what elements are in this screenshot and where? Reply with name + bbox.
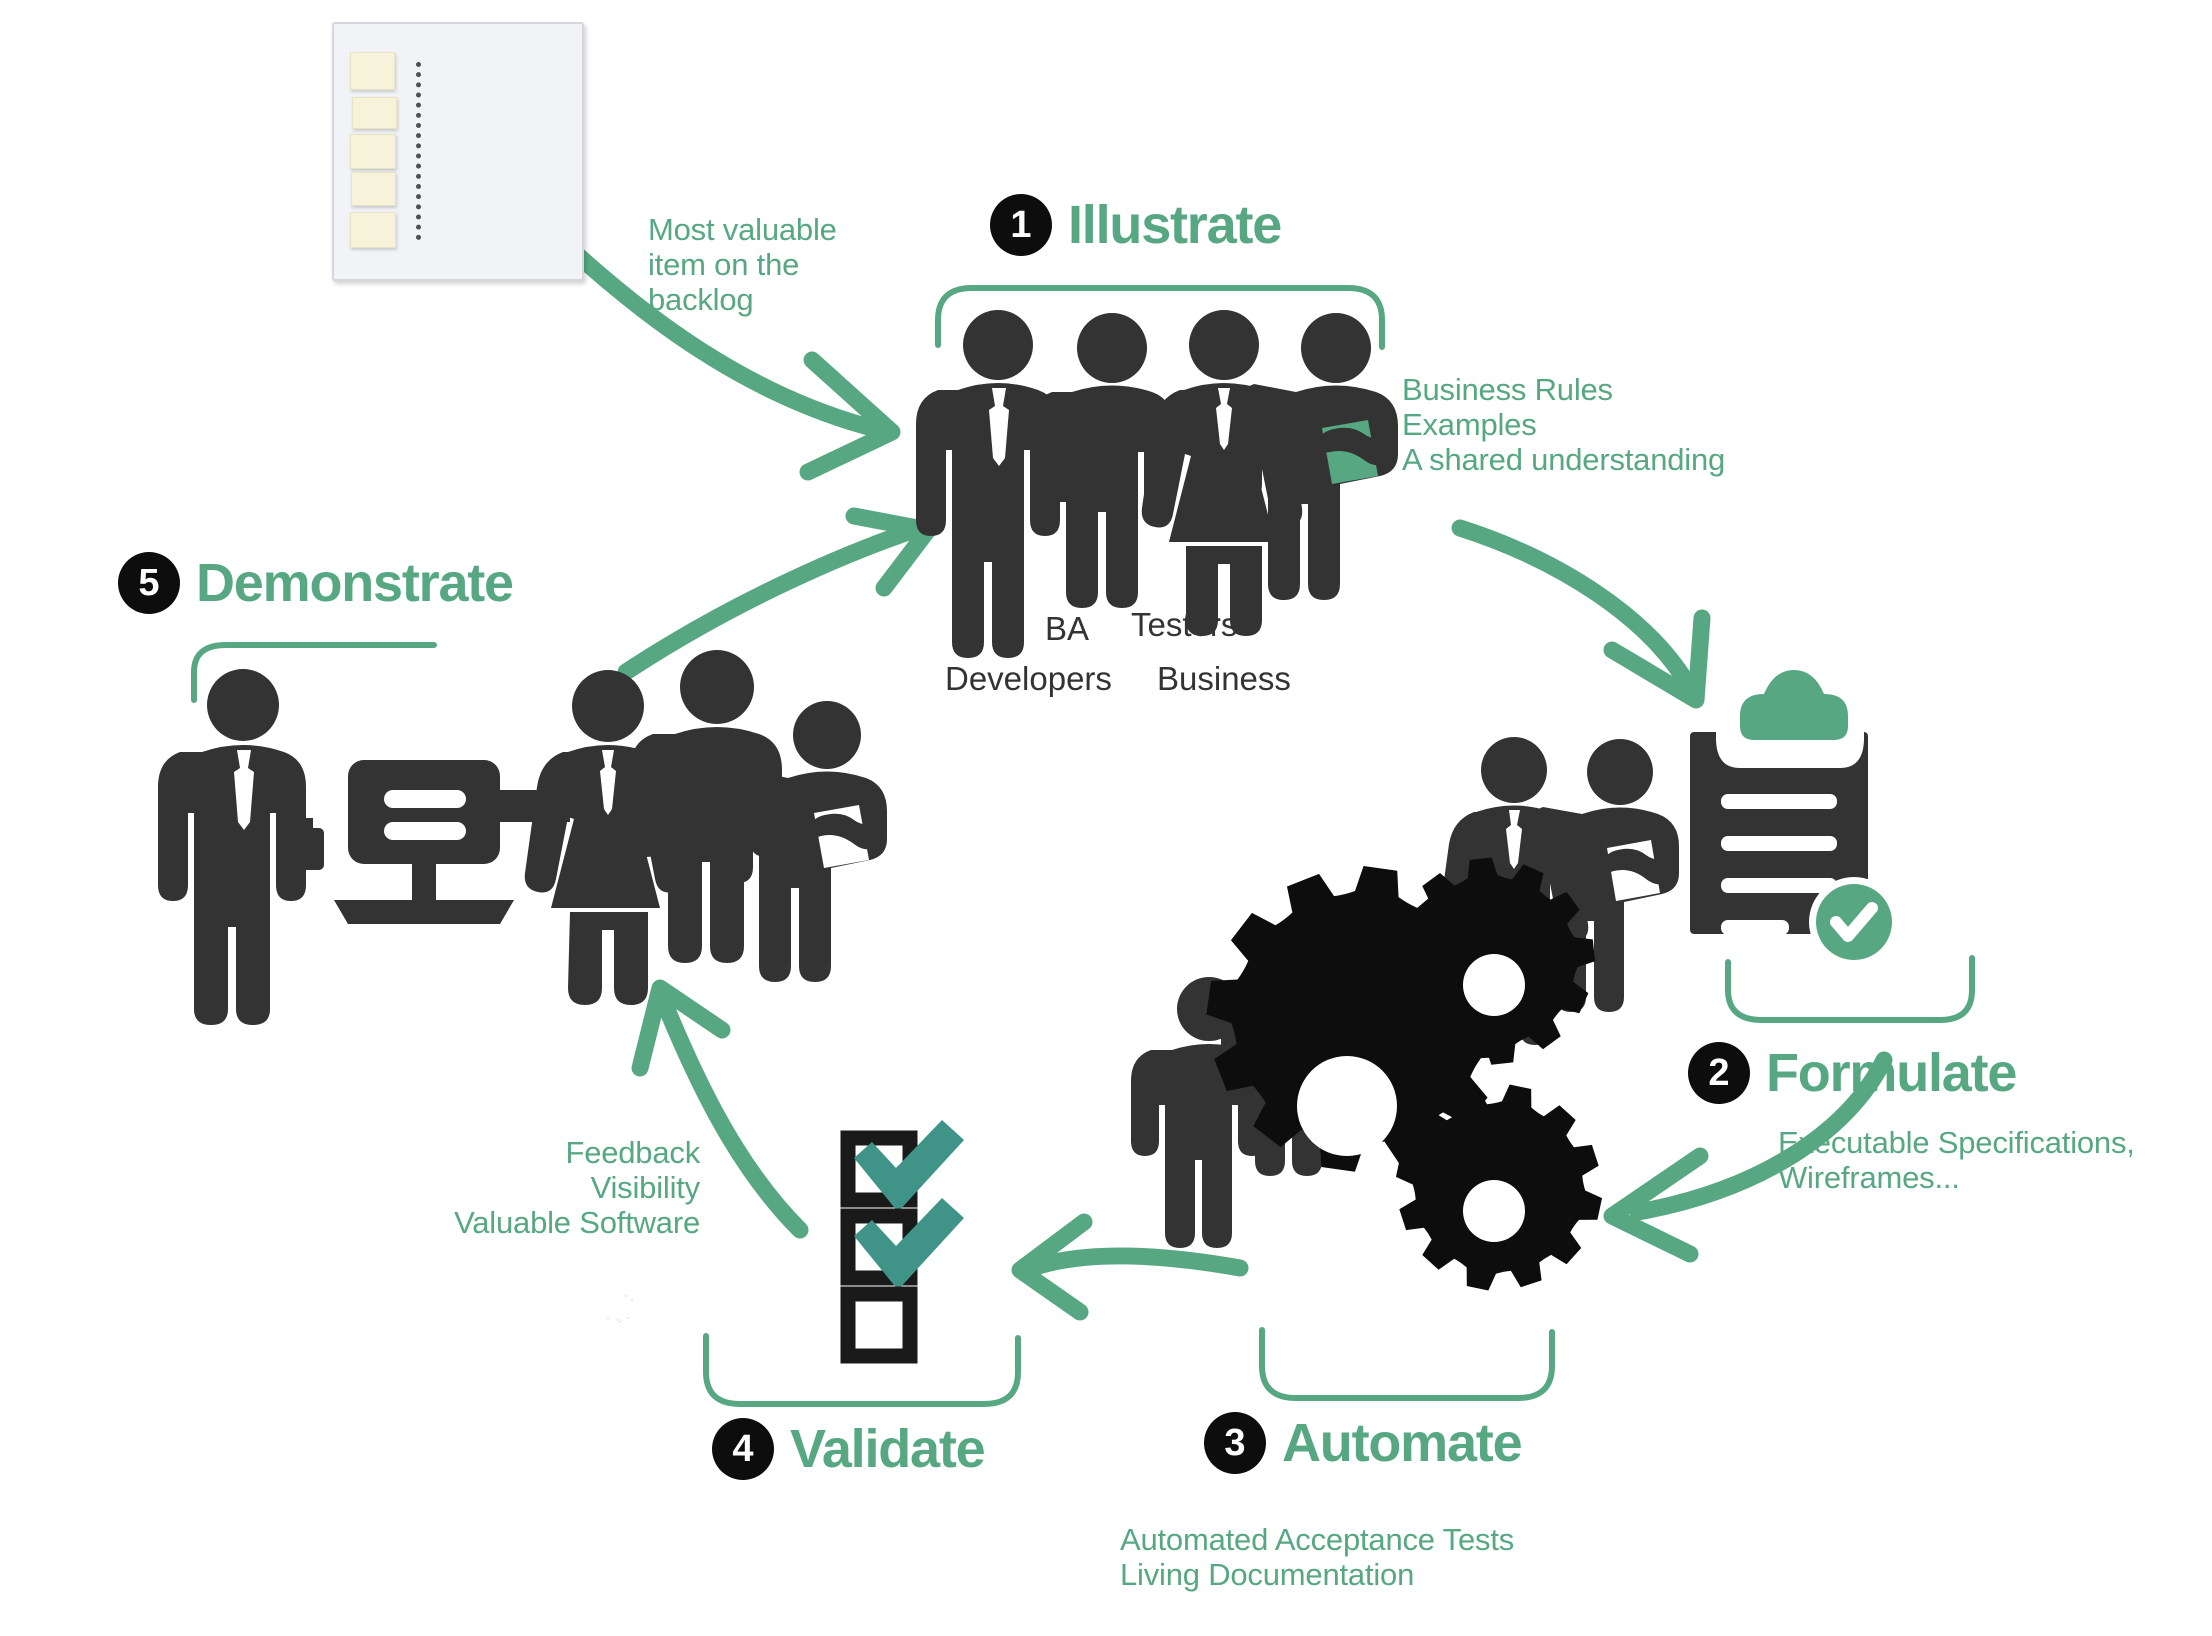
- backlog-annotation: Most valuable item on the backlog: [648, 212, 837, 318]
- presentation-screen-icon: [334, 760, 514, 924]
- step-validate[interactable]: 4 Validate: [712, 1418, 986, 1480]
- bracket-validate: [703, 1333, 1021, 1407]
- step-demonstrate[interactable]: 5 Demonstrate: [118, 552, 514, 614]
- checklist-icon: [840, 1120, 964, 1364]
- clipboard-check-icon: [1690, 670, 1899, 967]
- step-illustrate[interactable]: 1 Illustrate: [990, 194, 1282, 256]
- role-label-testers: Testers: [1131, 606, 1238, 643]
- board-divider-line: [416, 62, 426, 240]
- step-label-automate: Automate: [1282, 1413, 1523, 1473]
- diagram-canvas: .gln{fill:none;stroke:#57a882;stroke-lin…: [0, 0, 2212, 1636]
- role-label-developers: Developers: [945, 660, 1112, 697]
- step-number-badge: 2: [1688, 1042, 1750, 1104]
- role-label-business: Business: [1157, 660, 1291, 697]
- step-label-formulate: Formulate: [1766, 1043, 2017, 1103]
- bracket-automate: [1259, 1327, 1555, 1401]
- step-number-badge: 4: [712, 1418, 774, 1480]
- sticky-note[interactable]: [350, 212, 396, 248]
- step-label-demonstrate: Demonstrate: [196, 553, 514, 613]
- step-label-validate: Validate: [790, 1419, 986, 1479]
- step-number-badge: 5: [118, 552, 180, 614]
- arrow-illustrate-to-formulate: [1451, 519, 1711, 709]
- product-backlog-board[interactable]: [332, 22, 584, 281]
- step-number-badge: 1: [990, 194, 1052, 256]
- bracket-formulate: [1725, 955, 1975, 1023]
- step-number-badge: 3: [1204, 1412, 1266, 1474]
- automate-outputs: Automated Acceptance Tests Living Docume…: [1120, 1522, 1515, 1593]
- gears-icon: [1206, 857, 1603, 1291]
- sticky-note[interactable]: [350, 52, 395, 90]
- demonstrate-group: [158, 650, 887, 1025]
- sticky-note[interactable]: [351, 172, 396, 206]
- step-formulate[interactable]: 2 Formulate: [1688, 1042, 2017, 1104]
- illustrate-outputs: Business Rules Examples A shared underst…: [1402, 372, 1726, 478]
- sticky-note[interactable]: [352, 97, 397, 129]
- step-label-illustrate: Illustrate: [1068, 195, 1282, 255]
- sticky-note[interactable]: [350, 134, 396, 169]
- role-label-ba: BA: [1045, 610, 1090, 647]
- automate-group: [1131, 857, 1603, 1291]
- formulate-outputs: Executable Specifications, Wireframes...: [1778, 1125, 2135, 1196]
- step-automate[interactable]: 3 Automate: [1204, 1412, 1523, 1474]
- validate-outputs: Feedback Visibility Valuable Software: [454, 1135, 700, 1241]
- person-businessman-icon: [158, 669, 324, 1025]
